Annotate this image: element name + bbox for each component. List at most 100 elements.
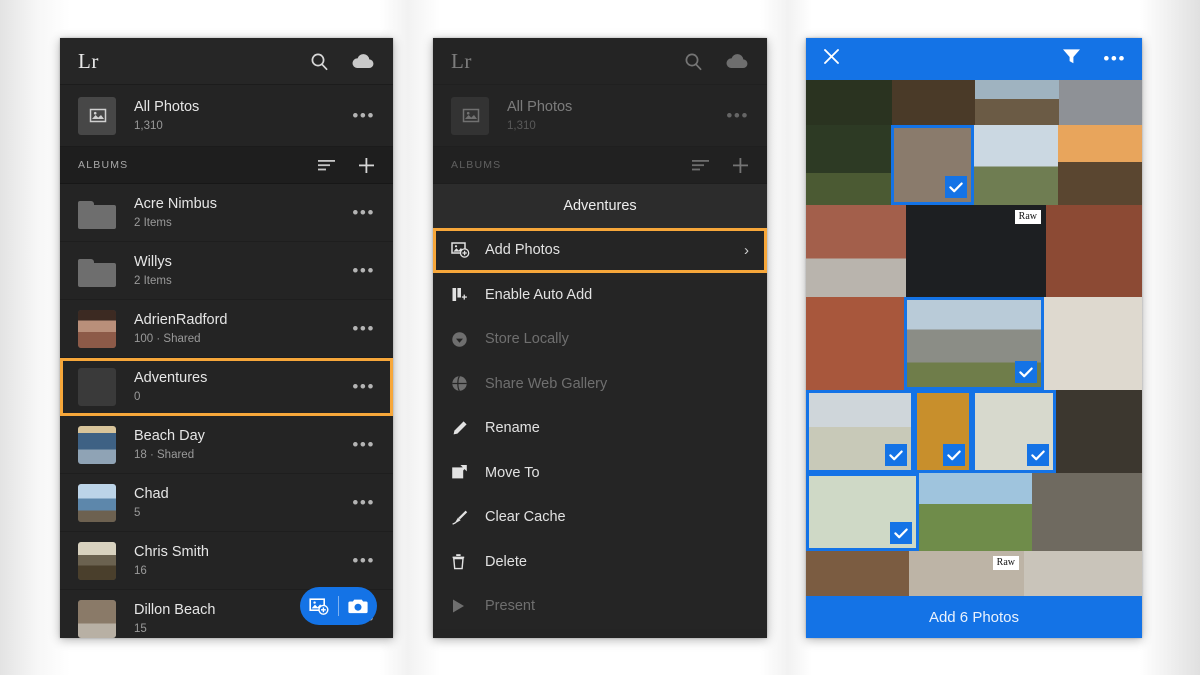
cloud-icon[interactable] [351,53,375,70]
photo-cell[interactable]: Raw [909,551,1024,596]
add-photo-icon [451,242,477,258]
photo-cell[interactable]: Raw [906,205,1046,297]
photo-cell[interactable] [1046,205,1142,297]
photos-icon [451,96,489,135]
album-row[interactable]: AdrienRadford 100 · Shared ••• [60,300,393,358]
folder-icon [78,194,116,232]
photo-cell[interactable] [806,473,919,551]
dimmed-background: Lr All Photos 1,310 ••• ALBUMS [433,38,767,184]
menu-item-label: Add Photos [485,242,560,259]
photo-cell[interactable] [1024,551,1142,596]
album-row[interactable]: Chad 5 ••• [60,474,393,532]
album-title: Adventures [134,369,208,386]
photo-cell[interactable] [1044,297,1142,390]
album-subtitle: 5 [134,506,141,519]
more-icon[interactable]: ••• [352,494,375,511]
selected-checkmark-icon[interactable] [943,444,965,466]
photo-cell[interactable] [806,205,906,297]
selected-checkmark-icon[interactable] [885,444,907,466]
selected-checkmark-icon[interactable] [1027,444,1049,466]
album-title: Acre Nimbus [134,195,217,212]
photo-cell[interactable] [806,390,914,473]
albums-list: Acre Nimbus 2 Items ••• Willys 2 Items ••• Adr… [60,184,393,638]
menu-item-add-photos[interactable]: Add Photos › [433,228,767,273]
albums-panel: Lr All Photos 1,310 ••• ALBUMS Acre Nimb… [60,38,393,638]
filter-icon[interactable] [1062,48,1081,70]
close-icon[interactable] [822,47,841,71]
more-icon[interactable]: ••• [352,552,375,569]
album-subtitle: 0 [134,390,141,403]
album-row[interactable]: Acre Nimbus 2 Items ••• [60,184,393,242]
photo-grid: Raw Raw [806,80,1142,596]
menu-item-enable-auto-add[interactable]: Enable Auto Add [433,273,767,318]
menu-item-label: Share Web Gallery [485,375,608,392]
more-icon[interactable]: ••• [352,378,375,395]
album-context-menu-panel: Lr All Photos 1,310 ••• ALBUMS Adventure… [433,38,767,638]
selected-checkmark-icon[interactable] [1015,361,1037,383]
photo-thumbnail [1056,390,1142,473]
plus-icon[interactable] [358,157,375,174]
albums-label: ALBUMS [451,159,502,171]
album-row[interactable]: Chris Smith 16 ••• [60,532,393,590]
menu-item-clear-cache[interactable]: Clear Cache [433,495,767,540]
menu-item-rename[interactable]: Rename [433,406,767,451]
more-icon[interactable]: ••• [352,320,375,337]
photo-cell[interactable] [974,125,1058,205]
album-subtitle: 100 · Shared [134,332,201,345]
menu-item-delete[interactable]: Delete [433,540,767,585]
album-row[interactable]: Adventures 0 ••• [60,358,393,416]
menu-item-label: Store Locally [485,331,569,348]
context-menu-list: Add Photos › Enable Auto Add Store Locally S… [433,228,767,629]
camera-icon[interactable] [339,598,377,615]
all-photos-row[interactable]: All Photos 1,310 ••• [60,85,393,147]
all-photos-title: All Photos [134,98,200,115]
album-title: Chris Smith [134,543,209,560]
add-photo-icon[interactable] [300,597,338,615]
more-icon[interactable]: ••• [352,107,375,124]
photo-thumbnail [1044,297,1142,390]
photo-cell[interactable] [972,390,1056,473]
selected-checkmark-icon[interactable] [945,176,967,198]
photo-cell[interactable] [806,125,891,205]
photo-cell[interactable] [1032,473,1142,551]
selected-checkmark-icon[interactable] [890,522,912,544]
photo-cell[interactable] [914,390,972,473]
photo-cell[interactable] [1058,125,1142,205]
photo-cell[interactable] [891,125,974,205]
photo-cell[interactable] [806,80,892,125]
photo-cell[interactable] [892,80,975,125]
album-thumbnail [78,599,116,638]
album-thumb [78,599,116,638]
more-icon[interactable]: ••• [1103,50,1126,67]
photo-cell[interactable] [904,297,1044,390]
search-icon[interactable] [310,52,329,71]
photo-thumbnail [1032,473,1142,551]
photo-thumbnail [806,125,891,205]
photo-cell[interactable] [975,80,1059,125]
photo-thumbnail [806,205,906,297]
menu-item-present: Present [433,584,767,629]
album-subtitle: 2 Items [134,274,172,287]
menu-item-move-to[interactable]: Move To [433,451,767,496]
more-icon[interactable]: ••• [352,262,375,279]
lightroom-logo: Lr [451,48,472,73]
picker-topbar: ••• [806,38,1142,80]
photo-cell[interactable] [806,297,904,390]
album-thumb [78,309,116,348]
albums-section-header-dim: ALBUMS [433,147,767,184]
more-icon[interactable]: ••• [352,204,375,221]
more-icon[interactable]: ••• [352,436,375,453]
lightroom-topbar: Lr [60,38,393,85]
photo-cell[interactable] [919,473,1032,551]
sort-icon[interactable] [318,159,336,172]
photo-thumbnail [919,473,1032,551]
photo-thumbnail [1059,80,1142,125]
photo-cell[interactable] [1059,80,1142,125]
photo-cell[interactable] [1056,390,1142,473]
album-thumb [78,367,116,406]
album-thumb [78,425,116,464]
add-photos-button[interactable]: Add 6 Photos [806,596,1142,638]
album-row[interactable]: Willys 2 Items ••• [60,242,393,300]
photo-cell[interactable] [806,551,909,596]
album-row[interactable]: Beach Day 18 · Shared ••• [60,416,393,474]
